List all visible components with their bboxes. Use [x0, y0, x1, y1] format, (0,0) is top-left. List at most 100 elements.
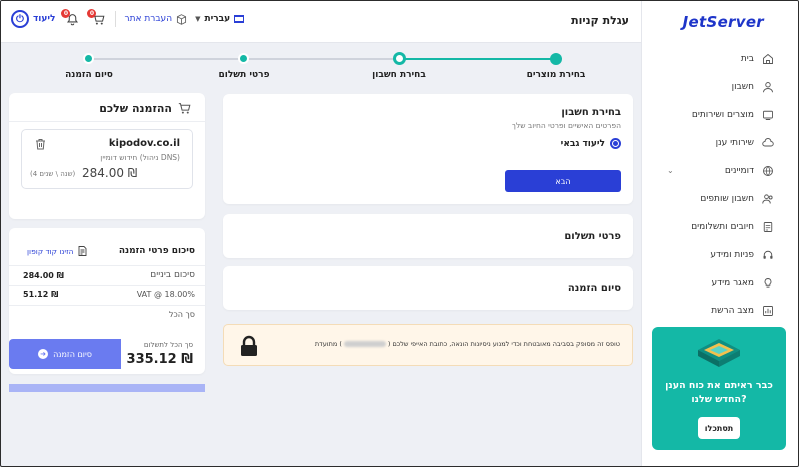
arrow-right-icon: ➜: [38, 349, 49, 359]
divider: [115, 11, 117, 27]
user-icon: [763, 82, 773, 93]
document-icon: [78, 246, 87, 256]
total-value: 335.12 ₪: [126, 352, 193, 367]
summary-title: סיכום פרטי הזמנה: [118, 246, 195, 256]
coupon-link[interactable]: הזינו קוד קופון: [27, 246, 87, 256]
account-radio[interactable]: [610, 138, 621, 149]
stepper-track-pending: [243, 58, 399, 60]
security-text-end: ) מתועדת: [314, 340, 342, 348]
divider: [9, 305, 205, 306]
payment-title: פרטי תשלום: [564, 231, 621, 242]
sidebar-item-label: בית: [740, 54, 754, 64]
step-dot-done: [550, 53, 562, 65]
security-text-start: טופס זה מסופק בסביבה מאובטחת וכדי למנוע …: [387, 340, 620, 348]
sidebar-item-network-status[interactable]: מצב הרשת: [641, 297, 798, 325]
top-bar: עגלת קניות ⏻ ליעוד 0 0 העברת אתר ▼ עברית: [1, 1, 643, 43]
power-icon: ⏻: [11, 10, 29, 28]
brand-logo[interactable]: JetServer: [683, 13, 764, 31]
sidebar-item-home[interactable]: בית: [641, 45, 798, 73]
notifications-button[interactable]: 0: [61, 9, 81, 28]
promo-look-button[interactable]: תסתכלו: [698, 417, 740, 439]
language-label: עברית: [204, 14, 231, 24]
subtotal-label: סיכום ביניים: [150, 270, 195, 280]
transfer-site-link[interactable]: העברת אתר: [124, 13, 187, 25]
next-button[interactable]: הבא: [505, 170, 621, 192]
finish-order-button[interactable]: ➜ סיום הזמנה: [9, 339, 121, 369]
sticky-bar: [9, 384, 205, 392]
security-notice: טופס זה מסופק בסביבה מאובטחת וכדי למנוע …: [223, 324, 633, 366]
israel-flag-icon: [234, 15, 245, 23]
account-selection-card: בחירת חשבון הפרטים האישיים ופרטי החיוב ש…: [223, 94, 633, 204]
order-header: ההזמנה שלכם: [99, 102, 191, 115]
sidebar-item-domains[interactable]: ⌄ דומיינים: [641, 157, 798, 185]
divider: [9, 265, 205, 266]
order-summary-card: סיכום פרטי הזמנה הזינו קוד קופון 284.00 …: [9, 228, 205, 374]
language-selector[interactable]: ▼ עברית: [195, 14, 245, 24]
step-label-products: בחירת מוצרים: [526, 70, 586, 80]
sidebar-item-partners[interactable]: חשבון שותפים: [641, 185, 798, 213]
divider: [9, 121, 205, 122]
finish-order-label: סיום הזמנה: [53, 349, 92, 359]
sidebar-item-billing[interactable]: חיובים ותשלומים: [641, 213, 798, 241]
subtotal-row: 284.00 ₪ סיכום ביניים: [23, 270, 195, 280]
step-dot-pending: [240, 55, 247, 62]
home-icon: [763, 53, 773, 64]
account-title: בחירת חשבון: [561, 107, 621, 118]
account-option-label: ליעוד גבאי: [560, 138, 605, 149]
cart-button[interactable]: 0: [87, 9, 107, 28]
vat-value: 51.12 ₪: [23, 290, 59, 299]
order-title: ההזמנה שלכם: [99, 102, 172, 115]
cart-icon: [178, 103, 191, 114]
coupon-label: הזינו קוד קופון: [27, 246, 74, 256]
sidebar-item-label: חיובים ותשלומים: [691, 222, 754, 232]
sidebar-item-products[interactable]: מוצרים ושירותים: [641, 101, 798, 129]
total-box: ➜ סיום הזמנה סך הכל לתשלום 335.12 ₪: [9, 332, 205, 372]
sidebar-item-label: מאגר מידע: [711, 278, 754, 288]
item-description: חידוש דומיין (ניהול DNS): [100, 153, 180, 162]
sidebar-item-label: חשבון שותפים: [700, 194, 754, 204]
total-heading: סך הכל: [168, 310, 195, 319]
partners-icon: [762, 194, 773, 204]
step-label-account: בחירת חשבון: [372, 70, 426, 80]
step-label-payment: פרטי תשלום: [218, 70, 270, 80]
headset-icon: [763, 250, 773, 259]
subtotal-value: 284.00 ₪: [23, 270, 64, 280]
invoice-icon: [763, 222, 773, 232]
top-bar-actions: ⏻ ליעוד 0 0 העברת אתר ▼ עברית: [11, 9, 245, 28]
item-period: (4 שנה \ שנים): [30, 170, 76, 178]
sidebar-item-label: חשבון: [731, 82, 754, 92]
box-icon: [177, 13, 187, 25]
complete-order-card[interactable]: סיום הזמנה: [223, 266, 633, 310]
promo-text: כבר ראיתם את כוח הענן החדש שלנו?: [665, 380, 773, 405]
chevron-down-icon: ▼: [195, 15, 201, 23]
sidebar-item-label: דומיינים: [724, 166, 754, 176]
logout-button[interactable]: ⏻ ליעוד: [11, 10, 55, 28]
security-text: טופס זה מסופק בסביבה מאובטחת וכדי למנוע …: [315, 340, 620, 348]
lock-icon: [241, 335, 257, 356]
payment-details-card[interactable]: פרטי תשלום: [223, 214, 633, 258]
stepper-track-done: [399, 58, 555, 60]
page-title: עגלת קניות: [571, 14, 629, 27]
products-icon: [763, 110, 773, 120]
vat-row: 51.12 ₪ VAT @ 18.00%: [23, 290, 195, 299]
total-heading-row: סך הכל: [23, 310, 195, 319]
sidebar-item-support[interactable]: פניות ומידע: [641, 241, 798, 269]
sidebar: JetServer בית חשבון מוצרים ושירותים שירו…: [641, 1, 798, 466]
item-domain: kipodov.co.il: [108, 138, 180, 149]
sidebar-item-knowledgebase[interactable]: מאגר מידע: [641, 269, 798, 297]
redacted-ip: [343, 341, 386, 347]
cloud-icon: [762, 138, 774, 147]
cloud-promo-card: כבר ראיתם את כוח הענן החדש שלנו? תסתכלו: [652, 327, 786, 450]
account-option[interactable]: ליעוד גבאי: [561, 138, 621, 149]
complete-title: סיום הזמנה: [567, 283, 621, 294]
order-card: ההזמנה שלכם kipodov.co.il חידוש דומיין (…: [9, 93, 205, 219]
step-dot-pending: [85, 55, 92, 62]
vat-label: VAT @ 18.00%: [136, 290, 195, 299]
total-label: סך הכל לתשלום: [143, 341, 193, 349]
sidebar-item-cloud[interactable]: שירותי ענן: [641, 129, 798, 157]
trash-icon[interactable]: [35, 138, 46, 150]
sidebar-item-account[interactable]: חשבון: [641, 73, 798, 101]
transfer-site-label: העברת אתר: [124, 14, 173, 24]
step-label-complete: סיום הזמנה: [65, 70, 113, 80]
server-chip-illustration: [698, 339, 740, 367]
